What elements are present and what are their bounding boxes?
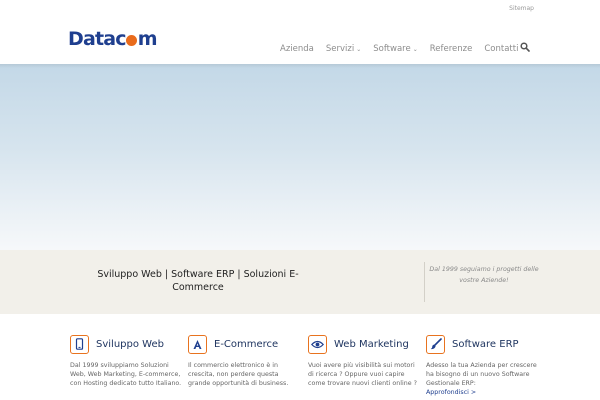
smartphone-icon: [70, 334, 89, 354]
main-nav: Azienda Servizi ⌄ Software ⌄ Referenze Con…: [280, 42, 530, 56]
nav-label: Servizi: [325, 44, 355, 54]
feature-description: Dal 1999 sviluppiamo Soluzioni Web, Web …: [70, 362, 182, 387]
feature-header: E-Commerce: [188, 333, 300, 355]
feature-title: E-Commerce: [214, 338, 279, 350]
feature-title: Web Marketing: [334, 338, 409, 350]
feature-description: Il commercio elettronico è in crescita, …: [188, 362, 289, 387]
feature-web-marketing: Web Marketing Vuoi avere più visibilità …: [308, 333, 420, 388]
page: Sitemap Datac m Azienda Servizi ⌄ Software…: [0, 0, 600, 400]
chevron-down-icon: ⌄: [356, 45, 362, 53]
letter-a-icon: [188, 334, 207, 354]
nav-label: Software: [373, 44, 411, 54]
nav-item-referenze[interactable]: Referenze: [430, 44, 473, 54]
hero-banner: [0, 64, 600, 250]
datacom-logo[interactable]: Datac m: [68, 26, 158, 52]
search-icon[interactable]: [520, 42, 530, 52]
feature-header: Web Marketing: [308, 333, 420, 355]
feature-title: Sviluppo Web: [96, 338, 164, 350]
top-utility-bar: Sitemap: [0, 0, 600, 18]
logo-prefix: Datac: [68, 28, 127, 50]
learn-more-link[interactable]: Approfondisci >: [426, 388, 538, 397]
nav-item-servizi[interactable]: Servizi ⌄: [326, 44, 361, 54]
nav-item-azienda[interactable]: Azienda: [280, 44, 314, 54]
features-section: Sviluppo Web Dal 1999 sviluppiamo Soluzi…: [0, 314, 600, 400]
tagline-quote: Dal 1999 seguiamo i progetti delle vostr…: [429, 266, 539, 284]
hero-shadow: [0, 64, 600, 68]
nav-item-software[interactable]: Software ⌄: [373, 44, 418, 54]
feature-e-commerce: E-Commerce Il commercio elettronico è in…: [188, 333, 300, 388]
brush-icon: [426, 334, 445, 354]
feature-sviluppo-web: Sviluppo Web Dal 1999 sviluppiamo Soluzi…: [70, 333, 182, 388]
feature-software-erp: Software ERP Adesso la tua Azienda per c…: [426, 333, 538, 397]
nav-label: Contatti: [484, 44, 519, 54]
feature-description: Vuoi avere più visibilità sui motori di …: [308, 362, 417, 387]
tagline-title: Sviluppo Web | Software ERP | Soluzioni …: [97, 269, 299, 293]
logo-suffix: m: [137, 28, 158, 50]
eye-icon: [308, 334, 327, 354]
site-header: Datac m Azienda Servizi ⌄ Software ⌄ Refere…: [0, 18, 600, 64]
divider: [424, 262, 425, 302]
feature-header: Sviluppo Web: [70, 333, 182, 355]
tagline-band: Sviluppo Web | Software ERP | Soluzioni …: [0, 250, 600, 314]
logo-text: Datac m: [68, 28, 158, 50]
feature-description: Adesso la tua Azienda per crescere ha bi…: [426, 362, 537, 387]
nav-label: Azienda: [280, 44, 314, 54]
chevron-down-icon: ⌄: [412, 45, 418, 53]
logo-dot-icon: [126, 35, 138, 46]
feature-title: Software ERP: [452, 338, 519, 350]
feature-header: Software ERP: [426, 333, 538, 355]
nav-label: Referenze: [429, 44, 473, 54]
sitemap-link[interactable]: Sitemap: [509, 5, 534, 12]
nav-item-contatti[interactable]: Contatti: [484, 44, 518, 54]
